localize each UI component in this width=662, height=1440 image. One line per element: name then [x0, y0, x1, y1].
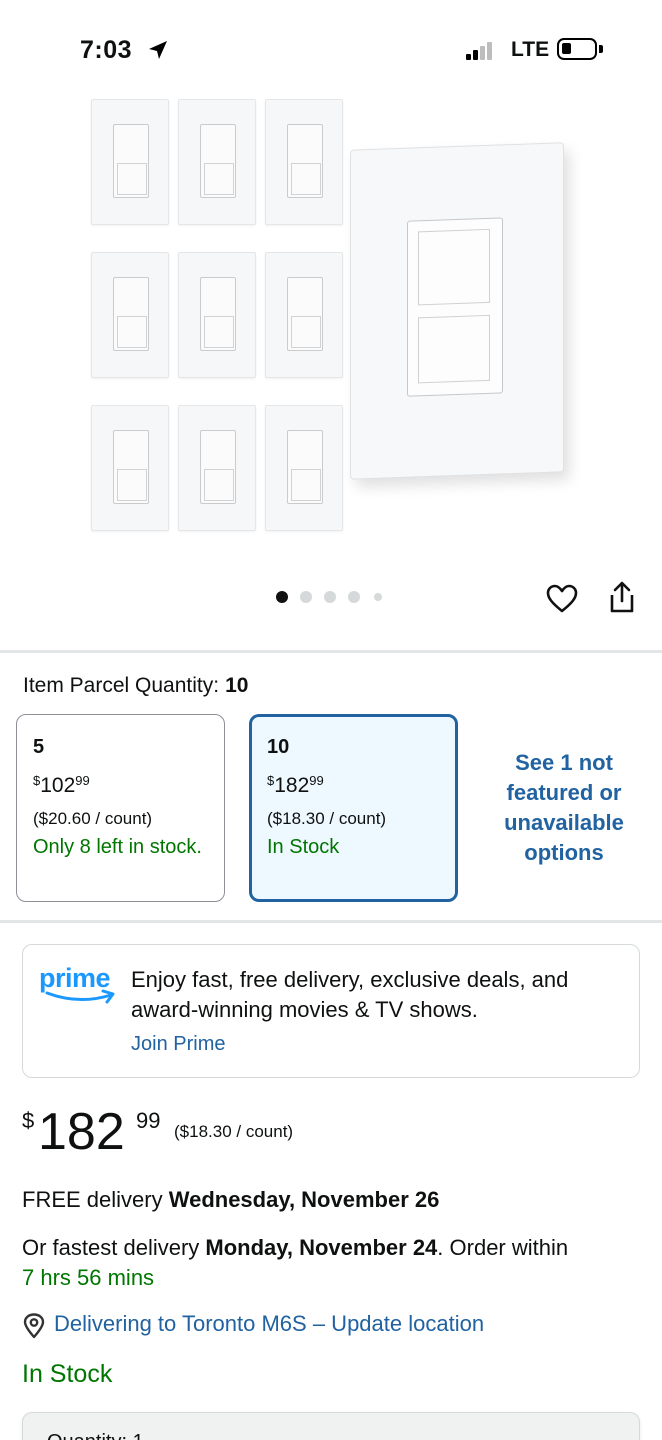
switch-thumb: [91, 99, 169, 225]
carousel-dot[interactable]: [276, 591, 288, 603]
delivery-countdown: 7 hrs 56 mins: [22, 1265, 155, 1290]
battery-icon: [557, 38, 597, 60]
quantity-dropdown-label: Quantity: 1: [47, 1431, 144, 1440]
prime-message: Enjoy fast, free delivery, exclusive dea…: [131, 967, 569, 1022]
fastest-delivery: Or fastest delivery Monday, November 24.…: [22, 1235, 569, 1290]
status-time: 7:03: [80, 36, 133, 64]
option-stock: In Stock: [267, 836, 340, 858]
stock-status: In Stock: [22, 1360, 113, 1388]
signal-icon: [466, 40, 500, 60]
switch-thumb: [91, 405, 169, 531]
carousel-dot[interactable]: [300, 591, 312, 603]
carousel-dot[interactable]: [324, 591, 336, 603]
prime-smile-icon: [45, 989, 115, 1004]
switch-thumb: [265, 405, 343, 531]
option-price: $10299: [33, 773, 90, 797]
location-arrow-icon: [149, 41, 167, 59]
quantity-dropdown[interactable]: Quantity: 1: [22, 1412, 640, 1440]
heart-icon[interactable]: [546, 583, 578, 615]
switch-large: [350, 142, 564, 480]
see-more-options-link[interactable]: See 1 not featured or unavailable option…: [474, 748, 654, 868]
free-delivery: FREE delivery Wednesday, November 26: [22, 1187, 440, 1212]
option-price: $18299: [267, 773, 324, 797]
switch-thumb: [178, 99, 256, 225]
divider: [0, 920, 662, 923]
delivery-location-link[interactable]: Delivering to Toronto M6S – Update locat…: [54, 1311, 484, 1337]
network-label: LTE: [511, 38, 550, 61]
location-pin-icon: [23, 1313, 45, 1339]
divider: [0, 650, 662, 653]
status-bar: 7:03 LTE: [0, 0, 662, 90]
quantity-option-10[interactable]: 10 $18299 ($18.30 / count) In Stock: [249, 714, 458, 902]
option-unit-price: ($18.30 / count): [267, 809, 387, 828]
quantity-label: Item Parcel Quantity:: [23, 674, 220, 697]
battery-tip: [599, 45, 603, 53]
option-stock: Only 8 left in stock.: [33, 836, 202, 858]
quantity-option-5[interactable]: 5 $10299 ($20.60 / count) Only 8 left in…: [16, 714, 225, 902]
switch-thumb: [178, 405, 256, 531]
option-count: 10: [267, 736, 290, 758]
option-unit-price: ($20.60 / count): [33, 809, 153, 828]
switch-thumb: [265, 99, 343, 225]
product-image[interactable]: [80, 90, 590, 550]
switch-thumb: [178, 252, 256, 378]
prime-banner[interactable]: prime Enjoy fast, free delivery, exclusi…: [22, 944, 640, 1078]
carousel-dot[interactable]: [374, 593, 382, 601]
carousel-dot[interactable]: [348, 591, 360, 603]
switch-thumb: [265, 252, 343, 378]
option-count: 5: [33, 736, 45, 758]
main-unit-price: ($18.30 / count): [174, 1122, 294, 1141]
quantity-selected: 10: [225, 674, 249, 697]
prime-logo: prime: [39, 963, 119, 1007]
switch-thumb: [91, 252, 169, 378]
share-icon[interactable]: [607, 580, 637, 614]
join-prime-link[interactable]: Join Prime: [131, 1033, 225, 1056]
quantity-label-row: Item Parcel Quantity: 10: [23, 674, 248, 698]
